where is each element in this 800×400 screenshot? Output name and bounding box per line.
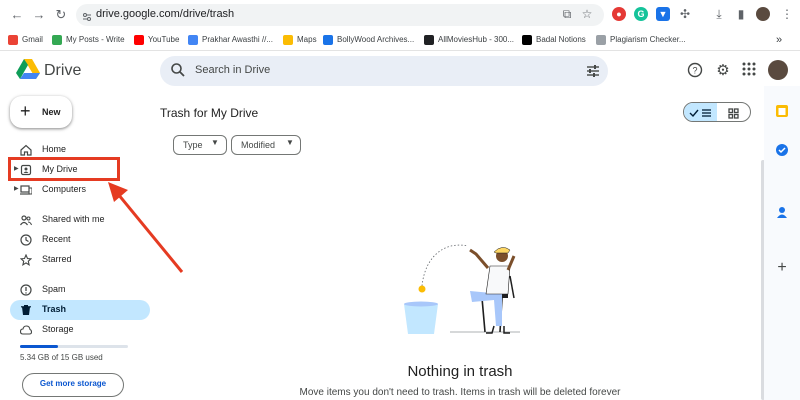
bookmark-item[interactable]: Gmail <box>8 33 43 47</box>
bookmark-favicon-icon <box>424 34 434 45</box>
bookmark-star-icon[interactable]: ☆ <box>580 7 594 21</box>
star-icon <box>19 253 33 266</box>
empty-state-title: Nothing in trash <box>407 363 513 380</box>
home-icon <box>20 143 32 156</box>
sidebar-item-label: Spam <box>42 284 66 294</box>
get-more-storage-label: Get more storage <box>39 379 107 388</box>
bookmark-item[interactable]: BollyWood Archives... <box>323 33 414 47</box>
bookmark-favicon-icon <box>188 34 198 45</box>
bookmark-label: Badal Notions <box>536 35 586 44</box>
more-bookmarks-icon[interactable]: » <box>776 33 782 47</box>
url-text[interactable]: drive.google.com/drive/trash <box>96 8 234 20</box>
search-options-icon[interactable] <box>585 63 601 79</box>
bookmark-item[interactable]: My Posts - Write <box>52 33 125 47</box>
sidebar-item-label: Recent <box>42 234 71 244</box>
account-avatar[interactable] <box>768 60 788 80</box>
clock-icon <box>20 233 32 246</box>
shared-icon <box>20 213 32 226</box>
bookmark-label: BollyWood Archives... <box>337 35 415 44</box>
storage-meter-fill <box>20 345 58 348</box>
bookmark-label: Prakhar Awasthi //... <box>202 35 273 44</box>
annotation-arrow <box>100 178 190 283</box>
type-filter-label: Type <box>183 140 203 150</box>
chevron-down-icon: ▼ <box>211 138 219 147</box>
search-input[interactable]: Search in Drive <box>195 64 270 76</box>
spam-icon <box>20 283 32 296</box>
search-icon[interactable] <box>170 62 186 78</box>
bookmark-favicon-icon <box>52 34 62 45</box>
modified-filter-label: Modified <box>241 140 276 150</box>
sidebar-item-label: Storage <box>42 324 74 334</box>
sidebar-item-label: Computers <box>42 184 87 194</box>
empty-state-subtitle: Move items you don't need to trash. Item… <box>299 387 621 398</box>
sidebar-item-label: Starred <box>42 254 72 264</box>
chevron-down-icon: ▼ <box>286 138 294 147</box>
new-button-label: New <box>42 107 61 117</box>
grid-view-icon[interactable] <box>728 106 740 119</box>
contacts-icon[interactable] <box>775 205 789 219</box>
empty-trash-illustration <box>390 236 530 345</box>
bookmark-item[interactable]: Prakhar Awasthi //... <box>188 33 273 47</box>
calendar-icon[interactable] <box>775 104 789 118</box>
bookmark-label: YouTube <box>148 35 180 44</box>
download-icon[interactable]: ⤓ <box>712 7 726 21</box>
tasks-icon[interactable] <box>775 143 789 157</box>
bookmark-label: Gmail <box>22 35 43 44</box>
svg-text:?: ? <box>692 66 697 76</box>
bookmark-favicon-icon <box>134 34 144 45</box>
bookmark-item[interactable]: YouTube <box>134 33 179 47</box>
grammarly-icon[interactable]: G <box>634 7 648 21</box>
bookmark-favicon-icon <box>596 34 606 45</box>
page-title: Trash for My Drive <box>160 106 259 120</box>
shield-extension-icon[interactable]: ▼ <box>656 7 670 21</box>
install-app-icon[interactable]: ⧉ <box>560 7 574 21</box>
extension-icon[interactable]: ● <box>612 7 626 21</box>
site-info-icon[interactable] <box>82 9 92 21</box>
expand-caret-icon[interactable]: ▶ <box>14 185 19 192</box>
sidebar-item-label: Home <box>42 144 67 154</box>
plus-icon: + <box>20 101 31 121</box>
bookmark-item[interactable]: Maps <box>283 33 317 47</box>
bookmark-item[interactable]: Badal Notions <box>522 33 586 47</box>
sidebar-item-label: Shared with me <box>42 214 105 224</box>
bookmark-favicon-icon <box>8 34 18 45</box>
bookmark-label: My Posts - Write <box>66 35 125 44</box>
bookmark-favicon-icon <box>283 34 293 45</box>
bookmark-item[interactable]: Plagiarism Checker... <box>596 33 686 47</box>
bookmark-label: Plagiarism Checker... <box>610 35 686 44</box>
bookmark-label: Maps <box>297 35 317 44</box>
bookmark-item[interactable]: AllMoviesHub - 300... <box>424 33 514 47</box>
list-view-icon <box>689 106 713 118</box>
back-icon[interactable]: ← <box>8 6 26 24</box>
profile-avatar[interactable] <box>756 7 770 21</box>
apps-grid-icon[interactable] <box>740 62 758 80</box>
storage-usage-text: 5.34 GB of 15 GB used <box>20 353 103 362</box>
bookmark-label: AllMoviesHub - 300... <box>438 35 515 44</box>
browser-menu-icon[interactable]: ⋮ <box>780 7 794 21</box>
extensions-puzzle-icon[interactable]: ✣ <box>678 7 692 21</box>
settings-gear-icon[interactable]: ⚙ <box>714 62 732 80</box>
forward-icon[interactable]: → <box>30 6 48 24</box>
bookmark-favicon-icon <box>522 34 532 45</box>
sidebar-item-label: Trash <box>42 304 67 314</box>
add-addon-icon[interactable]: + <box>775 260 789 276</box>
reload-icon[interactable]: ↻ <box>52 6 70 24</box>
cloud-icon <box>19 323 33 335</box>
trash-icon <box>20 303 32 315</box>
side-panel <box>764 86 800 400</box>
computers-icon <box>20 183 33 195</box>
drive-logo-icon[interactable] <box>16 58 40 85</box>
help-icon[interactable]: ? <box>686 62 704 80</box>
side-panel-icon[interactable]: ▮ <box>734 7 748 21</box>
bookmark-favicon-icon <box>323 34 333 45</box>
drive-title[interactable]: Drive <box>44 62 81 80</box>
